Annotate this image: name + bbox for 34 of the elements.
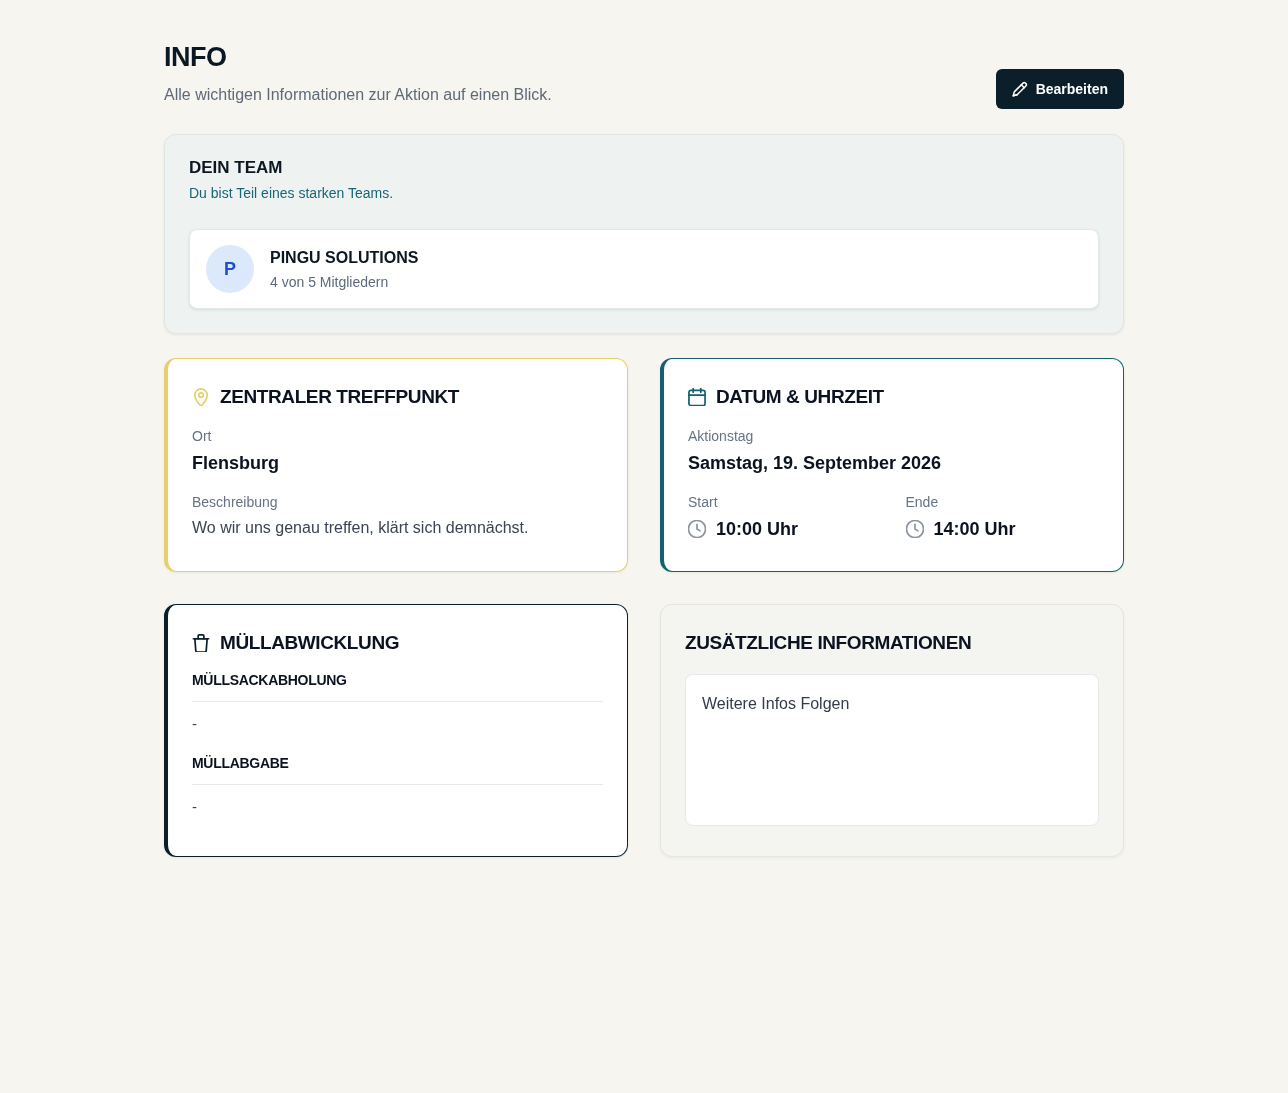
team-name: PINGU SOLUTIONS <box>270 247 419 268</box>
location-name: Flensburg <box>192 452 280 475</box>
trash-icon <box>192 634 210 652</box>
field-value: - <box>192 714 198 734</box>
team-item[interactable]: P PINGU SOLUTIONS 4 von 5 Mitgliedern <box>189 229 1099 309</box>
time-value: 14:00 Uhr <box>933 518 1016 541</box>
card-title: DATUM & UHRZEIT <box>716 385 884 409</box>
section-subtitle: Du bist Teil eines starken Teams. <box>189 184 395 203</box>
card-title: ZENTRALER TREFFPUNKT <box>220 385 459 409</box>
page-title: INFO <box>164 41 228 74</box>
map-pin-icon <box>192 388 210 406</box>
member-count: 4 von 5 Mitgliedern <box>270 272 390 292</box>
field-label: Beschreibung <box>192 493 279 511</box>
pencil-icon <box>1011 81 1028 97</box>
notes-text: Weitere Infos Folgen <box>702 694 851 714</box>
field-label: Ort <box>192 427 213 445</box>
time-value: 10:00 Uhr <box>716 518 799 541</box>
subsection-title: MÜLLABGABE <box>192 754 290 772</box>
date-value: Samstag, 19. September 2026 <box>688 452 943 475</box>
field-label: Start <box>688 493 719 511</box>
field-value: - <box>192 797 198 817</box>
field-label: Aktionstag <box>688 427 755 445</box>
description-text: Wo wir uns genau treffen, klärt sich demnächst. <box>192 518 530 538</box>
page-subtitle: Alle wichtigen Informationen zur Aktion auf einen Blick. <box>164 85 552 105</box>
calendar-icon <box>688 388 706 406</box>
team-avatar: P <box>206 245 254 293</box>
clock-icon <box>688 520 706 538</box>
card-title: ZUSÄTZLICHE INFORMATIONEN <box>685 631 972 655</box>
clock-icon <box>905 520 924 538</box>
section-title: DEIN TEAM <box>189 157 284 179</box>
subsection-title: MÜLLSACKABHOLUNG <box>192 671 348 689</box>
card-title: MÜLLABWICKLUNG <box>220 631 400 655</box>
edit-button[interactable]: Bearbeiten <box>995 69 1124 109</box>
field-label: Ende <box>905 493 940 511</box>
